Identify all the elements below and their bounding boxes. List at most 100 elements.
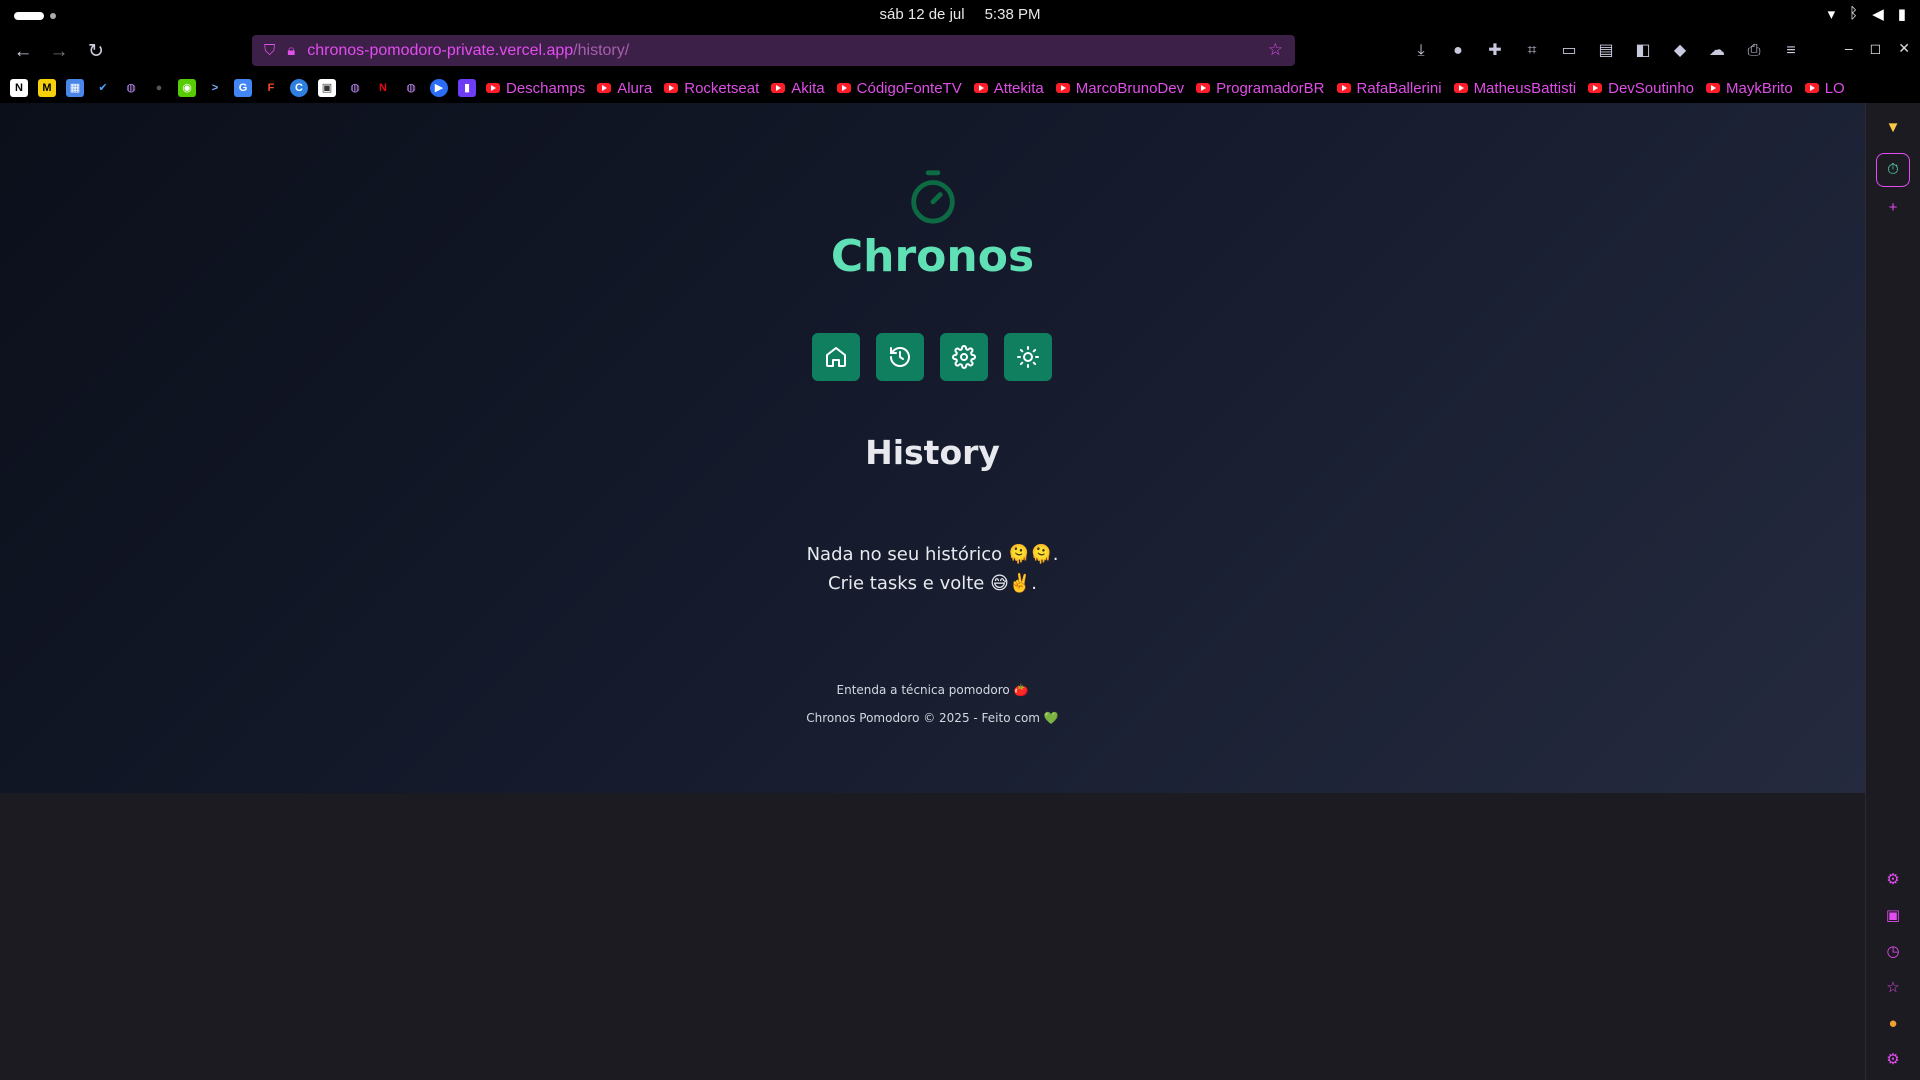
history-button[interactable] — [876, 333, 924, 381]
brand-title[interactable]: Chronos — [0, 231, 1865, 282]
container-icon[interactable]: ▭ — [1558, 40, 1580, 62]
close-icon[interactable]: ✕ — [1898, 40, 1910, 57]
play-icon[interactable]: ▶ — [430, 79, 448, 97]
footer-copyright: Chronos Pomodoro © 2025 - Feito com 💚 — [806, 711, 1059, 725]
settings-icon[interactable]: ⚙ — [1882, 1049, 1904, 1071]
youtube-icon — [771, 83, 786, 93]
calendar-icon[interactable]: ▦ — [66, 79, 84, 97]
youtube-icon — [1196, 83, 1211, 93]
minimize-icon[interactable]: – — [1845, 40, 1853, 57]
bookmark-item[interactable]: Alura — [597, 80, 652, 97]
menu-icon[interactable]: ≡ — [1780, 40, 1802, 62]
home-button[interactable] — [812, 333, 860, 381]
logo[interactable] — [0, 168, 1865, 231]
bookmark-c-icon[interactable]: C — [290, 79, 308, 97]
empty-history-message: Nada no seu histórico 🫠🫠. Crie tasks e v… — [0, 540, 1865, 598]
terminal-icon[interactable]: > — [206, 79, 224, 97]
extension-blue-icon[interactable]: ◆ — [1669, 40, 1691, 62]
wifi-icon[interactable]: ▾ — [1828, 5, 1836, 23]
globe-icon[interactable]: ◍ — [346, 79, 364, 97]
bookmark-item[interactable]: Deschamps — [486, 80, 585, 97]
window-controls: – ◻ ✕ — [1845, 40, 1910, 57]
save-icon[interactable]: ▣ — [1882, 905, 1904, 927]
pomodoro-technique-link[interactable]: Entenda a técnica pomodoro 🍅 — [0, 683, 1865, 697]
page-title: History — [865, 433, 1000, 472]
extensions-icon[interactable]: ✚ — [1484, 40, 1506, 62]
battery-icon[interactable]: ▮ — [1898, 5, 1906, 23]
crop-icon[interactable]: ⌗ — [1521, 40, 1543, 62]
settings-icon — [952, 345, 976, 369]
sidebar-toggle-icon[interactable]: ◧ — [1632, 40, 1654, 62]
youtube-icon — [1336, 83, 1351, 93]
lock-icon[interactable]: 🔒︎ — [287, 42, 295, 59]
bookmark-yellow-icon[interactable]: M — [38, 79, 56, 97]
chart-icon[interactable]: ▮ — [458, 79, 476, 97]
duolingo-icon[interactable]: ◉ — [178, 79, 196, 97]
bookmark-star-icon[interactable]: ☆ — [1268, 40, 1283, 60]
forward-icon[interactable]: → — [47, 40, 71, 64]
reader-icon[interactable]: ▤ — [1595, 40, 1617, 62]
globe-icon[interactable]: ◍ — [122, 79, 140, 97]
youtube-icon — [1453, 83, 1468, 93]
settings-button[interactable] — [940, 333, 988, 381]
system-tray[interactable]: ▾ ᛒ ◀ ▮ — [1828, 5, 1906, 23]
notion-icon[interactable]: N — [10, 79, 28, 97]
back-icon[interactable]: ← — [11, 40, 35, 64]
timer-icon[interactable]: ⏱ — [1882, 159, 1904, 181]
extension-cloud-icon[interactable]: ☁ — [1706, 40, 1728, 62]
bluetooth-icon[interactable]: ᛒ — [1849, 5, 1858, 23]
profile-avatar-icon[interactable]: ● — [1447, 40, 1469, 62]
youtube-icon — [836, 83, 851, 93]
reload-icon[interactable]: ↻ — [84, 40, 108, 64]
bookmark-item[interactable]: MaykBrito — [1706, 80, 1793, 97]
add-icon[interactable]: + — [1882, 197, 1904, 219]
globe-icon[interactable]: ◍ — [402, 79, 420, 97]
extension-diamond-icon[interactable]: ▼ — [1882, 117, 1904, 139]
history-icon[interactable]: ◷ — [1882, 941, 1904, 963]
bookmark-item[interactable]: Akita — [771, 80, 825, 97]
volume-icon[interactable]: ◀ — [1872, 5, 1884, 23]
bookmark-item[interactable]: Rocketseat — [664, 80, 759, 97]
empty-message-line-2: Crie tasks e volte 😅✌️. — [828, 573, 1037, 594]
theme-toggle-button[interactable] — [1004, 333, 1052, 381]
figma-icon[interactable]: F — [262, 79, 280, 97]
youtube-icon — [1804, 83, 1819, 93]
empty-viewport-area — [0, 793, 1865, 1080]
system-clock[interactable]: sáb 12 de jul 5:38 PM — [0, 6, 1920, 23]
github-icon[interactable]: ● — [150, 79, 168, 97]
bookmarks-bar: N M ▦ ✔ ◍ ● ◉ > G F C ▣ ◍ N ◍ ▶ ▮ Descha… — [0, 73, 1920, 103]
footer: Entenda a técnica pomodoro 🍅 Chronos Pom… — [0, 683, 1865, 739]
youtube-icon — [1055, 83, 1070, 93]
printer-icon[interactable]: ⎙ — [1743, 40, 1765, 62]
bookmark-item[interactable]: MatheusBattisti — [1453, 80, 1576, 97]
youtube-icon — [597, 83, 612, 93]
bookmark-item[interactable]: CódigoFonteTV — [836, 80, 962, 97]
bookmark-item[interactable]: ProgramadorBR — [1196, 80, 1325, 97]
netflix-icon[interactable]: N — [374, 79, 392, 97]
maximize-icon[interactable]: ◻ — [1870, 40, 1882, 57]
star-icon[interactable]: ☆ — [1882, 977, 1904, 999]
bookmark-item[interactable]: LO — [1804, 80, 1845, 97]
history-icon — [890, 347, 910, 367]
bookmark-item[interactable]: RafaBallerini — [1336, 80, 1442, 97]
bookmark-item[interactable]: DevSoutinho — [1588, 80, 1694, 97]
palette-icon[interactable]: ● — [1882, 1013, 1904, 1035]
youtube-icon — [1706, 83, 1721, 93]
youtube-icon — [664, 83, 679, 93]
bookmark-item[interactable]: MarcoBrunoDev — [1055, 80, 1184, 97]
address-bar[interactable]: ⛉ 🔒︎ chronos-pomodoro-private.vercel.app… — [252, 35, 1295, 66]
main-menu — [812, 333, 1052, 381]
shield-icon[interactable]: ⛉ — [264, 42, 275, 59]
url-host: chronos-pomodoro-private.vercel.app — [307, 41, 574, 59]
home-icon — [826, 347, 846, 367]
translate-icon[interactable]: G — [234, 79, 252, 97]
bookmark-check-icon[interactable]: ✔ — [94, 79, 112, 97]
youtube-icon — [1588, 83, 1603, 93]
download-icon[interactable]: ⤓ — [1410, 40, 1432, 62]
os-top-bar: sáb 12 de jul 5:38 PM ▾ ᛒ ◀ ▮ — [0, 0, 1920, 31]
browser-sidebar: ▼ ⏱ + ⚙ ▣ ◷ ☆ ● ⚙ — [1865, 103, 1920, 1080]
bookmark-white-icon[interactable]: ▣ — [318, 79, 336, 97]
ai-icon[interactable]: ⚙ — [1882, 869, 1904, 891]
toolbar-extensions: ⤓ ● ✚ ⌗ ▭ ▤ ◧ ◆ ☁ ⎙ ≡ — [1410, 40, 1802, 62]
bookmark-item[interactable]: Attekita — [973, 80, 1044, 97]
